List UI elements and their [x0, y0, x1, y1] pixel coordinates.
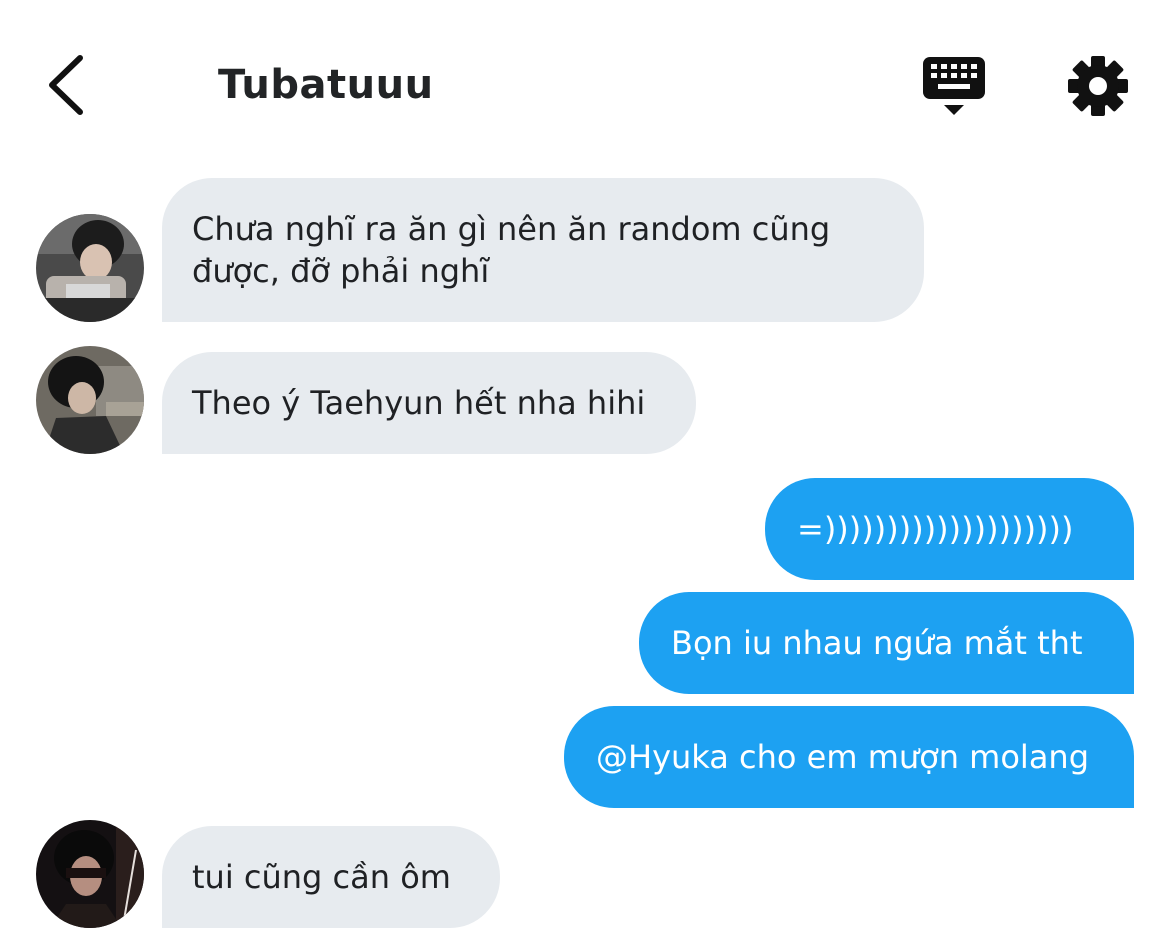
message-text: được, đỡ phải nghĩ: [192, 252, 490, 290]
keyboard-hide-icon: [923, 57, 985, 115]
sender-avatar[interactable]: [36, 214, 144, 322]
message-bubble-incoming[interactable]: tui cũng cần ôm: [162, 826, 500, 928]
message-bubble-incoming[interactable]: Chưa nghĩ ra ăn gì nên ăn random cũng đư…: [162, 178, 924, 322]
chevron-left-icon: [49, 55, 83, 115]
message-text: Theo ý Taehyun hết nha hihi: [192, 384, 646, 422]
message-text: Bọn iu nhau ngứa mắt tht: [671, 624, 1083, 662]
message-text: =)))))))))))))))))))): [797, 510, 1074, 548]
message-bubble-incoming[interactable]: Theo ý Taehyun hết nha hihi: [162, 352, 696, 454]
message-bubble-outgoing[interactable]: =)))))))))))))))))))): [765, 478, 1134, 580]
message-text: tui cũng cần ôm: [192, 858, 451, 896]
sender-avatar[interactable]: [36, 820, 144, 928]
chat-header: Tubatuuu: [0, 0, 1170, 160]
keyboard-toggle-button[interactable]: [920, 55, 988, 119]
settings-button[interactable]: [1066, 54, 1130, 118]
back-button[interactable]: [40, 50, 96, 120]
sender-avatar[interactable]: [36, 346, 144, 454]
conversation-title[interactable]: Tubatuuu: [218, 62, 434, 108]
gear-icon: [1068, 56, 1128, 116]
message-bubble-outgoing[interactable]: Bọn iu nhau ngứa mắt tht: [639, 592, 1134, 694]
message-text: Chưa nghĩ ra ăn gì nên ăn random cũng: [192, 210, 831, 248]
message-text: @Hyuka cho em mượn molang: [596, 738, 1090, 776]
message-bubble-outgoing[interactable]: @Hyuka cho em mượn molang: [564, 706, 1134, 808]
